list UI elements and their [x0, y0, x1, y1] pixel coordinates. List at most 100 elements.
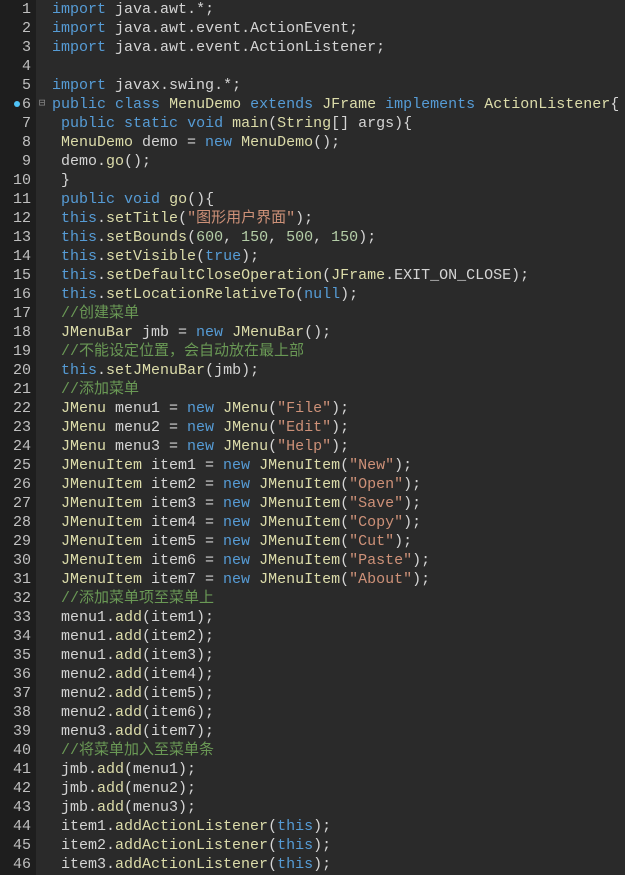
line-number[interactable]: 12: [0, 209, 31, 228]
code-line[interactable]: JMenuItem item3 = new JMenuItem("Save");: [52, 494, 625, 513]
line-number[interactable]: 45: [0, 836, 31, 855]
line-number[interactable]: 6: [0, 95, 31, 114]
line-number[interactable]: 4: [0, 57, 31, 76]
code-line[interactable]: JMenuItem item2 = new JMenuItem("Open");: [52, 475, 625, 494]
code-line[interactable]: //添加菜单项至菜单上: [52, 589, 625, 608]
line-number[interactable]: 2: [0, 19, 31, 38]
code-line[interactable]: jmb.add(menu3);: [52, 798, 625, 817]
code-line[interactable]: [52, 57, 625, 76]
line-number[interactable]: 9: [0, 152, 31, 171]
code-line[interactable]: public class MenuDemo extends JFrame imp…: [52, 95, 625, 114]
code-line[interactable]: this.setJMenuBar(jmb);: [52, 361, 625, 380]
code-line[interactable]: demo.go();: [52, 152, 625, 171]
line-number[interactable]: 32: [0, 589, 31, 608]
code-line[interactable]: jmb.add(menu2);: [52, 779, 625, 798]
line-number[interactable]: 28: [0, 513, 31, 532]
code-line[interactable]: JMenu menu1 = new JMenu("File");: [52, 399, 625, 418]
code-line[interactable]: menu1.add(item3);: [52, 646, 625, 665]
line-number[interactable]: 38: [0, 703, 31, 722]
code-line[interactable]: jmb.add(menu1);: [52, 760, 625, 779]
line-number[interactable]: 35: [0, 646, 31, 665]
code-token: [214, 400, 223, 417]
line-number-gutter[interactable]: 1234567891011121314151617181920212223242…: [0, 0, 36, 875]
line-number[interactable]: 21: [0, 380, 31, 399]
code-line[interactable]: MenuDemo demo = new MenuDemo();: [52, 133, 625, 152]
code-line[interactable]: JMenuItem item5 = new JMenuItem("Cut");: [52, 532, 625, 551]
code-line[interactable]: //不能设定位置，会自动放在最上部: [52, 342, 625, 361]
code-line[interactable]: JMenuItem item7 = new JMenuItem("About")…: [52, 570, 625, 589]
line-number[interactable]: 29: [0, 532, 31, 551]
code-line[interactable]: public void go(){: [52, 190, 625, 209]
line-number[interactable]: 13: [0, 228, 31, 247]
code-line[interactable]: //创建菜单: [52, 304, 625, 323]
code-line[interactable]: //添加菜单: [52, 380, 625, 399]
line-number[interactable]: 11: [0, 190, 31, 209]
code-token: static: [124, 115, 178, 132]
code-line[interactable]: JMenuItem item1 = new JMenuItem("New");: [52, 456, 625, 475]
code-line[interactable]: menu2.add(item6);: [52, 703, 625, 722]
line-number[interactable]: 18: [0, 323, 31, 342]
line-number[interactable]: 25: [0, 456, 31, 475]
code-line[interactable]: public static void main(String[] args){: [52, 114, 625, 133]
line-number[interactable]: 23: [0, 418, 31, 437]
line-number[interactable]: 46: [0, 855, 31, 874]
code-token: demo =: [133, 134, 205, 151]
code-line[interactable]: item1.addActionListener(this);: [52, 817, 625, 836]
line-number[interactable]: 44: [0, 817, 31, 836]
code-line[interactable]: menu2.add(item5);: [52, 684, 625, 703]
line-number[interactable]: 16: [0, 285, 31, 304]
line-number[interactable]: 1: [0, 0, 31, 19]
line-number[interactable]: 24: [0, 437, 31, 456]
line-number[interactable]: 27: [0, 494, 31, 513]
line-number[interactable]: 36: [0, 665, 31, 684]
line-number[interactable]: 19: [0, 342, 31, 361]
code-line[interactable]: this.setVisible(true);: [52, 247, 625, 266]
line-number[interactable]: 42: [0, 779, 31, 798]
code-line[interactable]: JMenuBar jmb = new JMenuBar();: [52, 323, 625, 342]
code-editor[interactable]: import java.awt.*;import java.awt.event.…: [48, 0, 625, 875]
line-number[interactable]: 37: [0, 684, 31, 703]
line-number[interactable]: 39: [0, 722, 31, 741]
code-line[interactable]: JMenuItem item4 = new JMenuItem("Copy");: [52, 513, 625, 532]
line-number[interactable]: 17: [0, 304, 31, 323]
code-line[interactable]: //将菜单加入至菜单条: [52, 741, 625, 760]
line-number[interactable]: 40: [0, 741, 31, 760]
code-line[interactable]: this.setTitle("图形用户界面");: [52, 209, 625, 228]
line-number[interactable]: 8: [0, 133, 31, 152]
line-number[interactable]: 41: [0, 760, 31, 779]
line-number[interactable]: 5: [0, 76, 31, 95]
line-number[interactable]: 3: [0, 38, 31, 57]
code-line[interactable]: this.setLocationRelativeTo(null);: [52, 285, 625, 304]
code-line[interactable]: JMenuItem item6 = new JMenuItem("Paste")…: [52, 551, 625, 570]
code-line[interactable]: menu3.add(item7);: [52, 722, 625, 741]
code-line[interactable]: import java.awt.event.ActionListener;: [52, 38, 625, 57]
code-line[interactable]: menu1.add(item1);: [52, 608, 625, 627]
code-line[interactable]: JMenu menu3 = new JMenu("Help");: [52, 437, 625, 456]
line-number[interactable]: 43: [0, 798, 31, 817]
line-number[interactable]: 20: [0, 361, 31, 380]
breakpoint-icon[interactable]: [14, 101, 20, 107]
code-line[interactable]: this.setDefaultCloseOperation(JFrame.EXI…: [52, 266, 625, 285]
line-number[interactable]: 26: [0, 475, 31, 494]
code-line[interactable]: item2.addActionListener(this);: [52, 836, 625, 855]
line-number[interactable]: 31: [0, 570, 31, 589]
code-line[interactable]: import java.awt.*;: [52, 0, 625, 19]
line-number[interactable]: 30: [0, 551, 31, 570]
code-line[interactable]: item3.addActionListener(this);: [52, 855, 625, 874]
code-line[interactable]: import javax.swing.*;: [52, 76, 625, 95]
code-line[interactable]: menu2.add(item4);: [52, 665, 625, 684]
code-line[interactable]: JMenu menu2 = new JMenu("Edit");: [52, 418, 625, 437]
line-number[interactable]: 15: [0, 266, 31, 285]
line-number[interactable]: 22: [0, 399, 31, 418]
line-number[interactable]: 34: [0, 627, 31, 646]
line-number[interactable]: 14: [0, 247, 31, 266]
fold-marker[interactable]: ⊟: [36, 95, 48, 114]
code-line[interactable]: }: [52, 171, 625, 190]
fold-gutter[interactable]: ⊟: [36, 0, 48, 875]
code-line[interactable]: menu1.add(item2);: [52, 627, 625, 646]
code-line[interactable]: this.setBounds(600, 150, 500, 150);: [52, 228, 625, 247]
code-line[interactable]: import java.awt.event.ActionEvent;: [52, 19, 625, 38]
line-number[interactable]: 33: [0, 608, 31, 627]
line-number[interactable]: 7: [0, 114, 31, 133]
line-number[interactable]: 10: [0, 171, 31, 190]
